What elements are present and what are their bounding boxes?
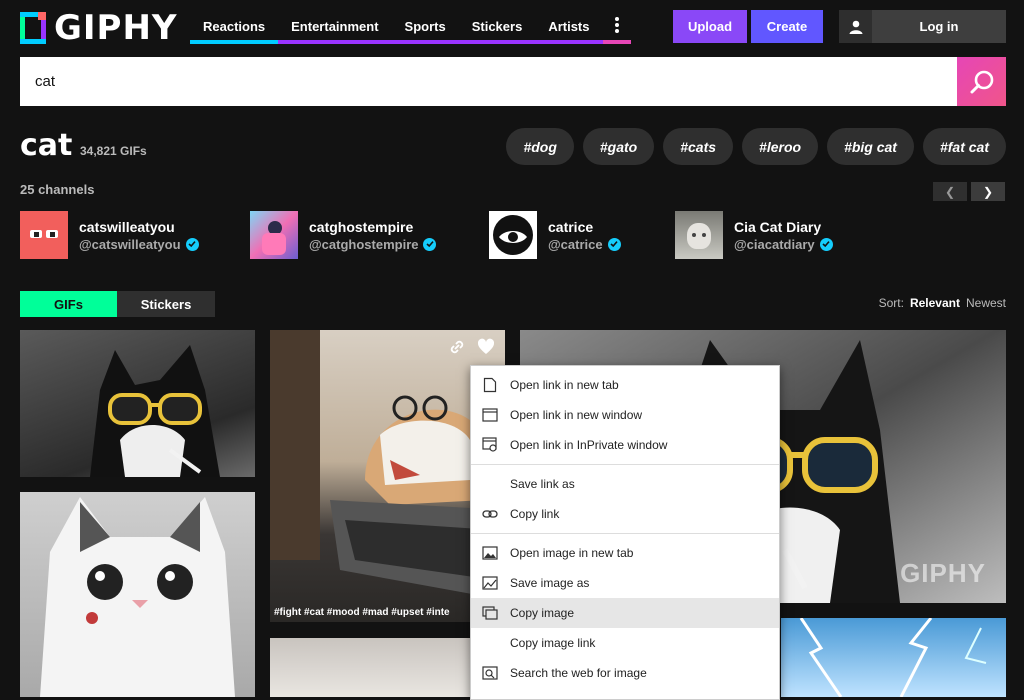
- verified-icon: [423, 237, 437, 251]
- tab-gifs[interactable]: GIFs: [20, 291, 117, 317]
- gif-cat-white[interactable]: [20, 492, 255, 697]
- lightning-image: [799, 618, 987, 697]
- channel-catswilleatyou[interactable]: catswilleatyou @catswilleatyou: [20, 211, 199, 259]
- verified-icon: [819, 237, 833, 251]
- upload-button[interactable]: Upload: [673, 10, 747, 43]
- search-image-icon: [482, 665, 498, 681]
- channels-count: 25 channels: [20, 182, 95, 197]
- nav-sports[interactable]: Sports: [391, 10, 459, 44]
- channels-next-button[interactable]: ❯: [971, 182, 1005, 201]
- gif-tags-caption: #fight #cat #mood #mad #upset #inte: [274, 607, 450, 618]
- channel-name: catghostempire: [309, 218, 414, 235]
- copy-image-icon: [482, 605, 498, 621]
- channel-catghostempire[interactable]: catghostempire @catghostempire: [250, 211, 437, 259]
- link-icon[interactable]: [448, 338, 466, 356]
- chevron-left-icon: ❮: [944, 184, 956, 199]
- verified-icon: [607, 237, 621, 251]
- nav-stickers[interactable]: Stickers: [458, 10, 536, 44]
- user-icon: [839, 10, 872, 43]
- tag-cats[interactable]: #cats: [663, 128, 734, 165]
- channels-prev-button[interactable]: ❮: [933, 182, 967, 201]
- tab-stickers[interactable]: Stickers: [117, 291, 215, 317]
- login-label: Log in: [919, 19, 959, 34]
- nav-more[interactable]: [602, 10, 631, 44]
- menu-save-image-as[interactable]: Save image as: [471, 568, 779, 598]
- menu-separator: [471, 533, 779, 534]
- login-button[interactable]: Log in: [839, 10, 1006, 43]
- gif-cat-sunglasses[interactable]: [20, 330, 255, 477]
- channel-handle: @ciacatdiary: [734, 236, 815, 252]
- page-title: cat: [20, 128, 73, 163]
- channel-handle: @catswilleatyou: [79, 236, 181, 252]
- logo-text: GIPHY: [54, 8, 178, 48]
- menu-copy-image-link[interactable]: Copy image link: [471, 628, 779, 658]
- tag-big-cat[interactable]: #big cat: [827, 128, 914, 165]
- tag-gato[interactable]: #gato: [582, 128, 655, 165]
- chevron-right-icon: ❯: [982, 184, 994, 199]
- create-button[interactable]: Create: [751, 10, 823, 43]
- sort-relevant[interactable]: Relevant: [910, 296, 960, 310]
- sort-control: Sort: Relevant Newest: [879, 296, 1006, 310]
- cat-sunglasses-image: [90, 345, 220, 477]
- menu-search-web-for-image[interactable]: Search the web for image: [471, 658, 779, 688]
- inprivate-window-icon: [482, 437, 498, 453]
- sort-label: Sort:: [878, 296, 904, 310]
- tag-fat-cat[interactable]: #fat cat: [922, 128, 1006, 165]
- avatar: [489, 211, 537, 259]
- tag-dog[interactable]: #dog: [506, 128, 574, 165]
- menu-open-link-new-tab[interactable]: Open link in new tab: [471, 370, 779, 400]
- channel-ciacatdiary[interactable]: Cia Cat Diary @ciacatdiary: [675, 211, 833, 259]
- gif-count: 34,821 GIFs: [80, 144, 147, 158]
- channel-catrice[interactable]: catrice @catrice: [489, 211, 621, 259]
- channel-handle: @catrice: [548, 236, 603, 252]
- related-tags: #dog #gato #cats #leroo #big cat #fat ca…: [506, 128, 1006, 165]
- menu-open-image-new-tab[interactable]: Open image in new tab: [471, 538, 779, 568]
- verified-icon: [185, 237, 199, 251]
- gif-lightning[interactable]: [781, 618, 1006, 697]
- giphy-watermark: GIPHY: [900, 558, 986, 588]
- search-button[interactable]: [957, 57, 1006, 106]
- avatar: [20, 211, 68, 259]
- new-window-icon: [482, 407, 498, 423]
- menu-save-link-as[interactable]: Save link as: [471, 469, 779, 499]
- search-input-value: cat: [35, 73, 56, 90]
- giphy-logo-icon: [20, 12, 46, 44]
- new-tab-icon: [482, 377, 498, 393]
- menu-separator: [471, 464, 779, 465]
- avatar: [250, 211, 298, 259]
- menu-open-link-inprivate[interactable]: Open link in InPrivate window: [471, 430, 779, 460]
- vertical-dots-icon: [614, 17, 619, 33]
- image-tab-icon: [482, 545, 498, 561]
- context-menu: Open link in new tab Open link in new wi…: [470, 365, 780, 700]
- avatar: [675, 211, 723, 259]
- nav-entertainment[interactable]: Entertainment: [278, 10, 392, 44]
- menu-copy-image[interactable]: Copy image: [471, 598, 779, 628]
- menu-copy-link[interactable]: Copy link: [471, 499, 779, 529]
- channel-name: catswilleatyou: [79, 218, 175, 235]
- menu-open-link-new-window[interactable]: Open link in new window: [471, 400, 779, 430]
- channel-name: Cia Cat Diary: [734, 218, 822, 235]
- channel-name: catrice: [548, 218, 594, 235]
- search-input[interactable]: cat: [20, 57, 957, 106]
- link-icon: [482, 506, 498, 522]
- save-image-icon: [482, 575, 498, 591]
- main-nav: Reactions Entertainment Sports Stickers …: [190, 10, 631, 44]
- channel-handle: @catghostempire: [309, 236, 419, 252]
- nav-artists[interactable]: Artists: [535, 10, 603, 44]
- giphy-logo[interactable]: GIPHY: [20, 8, 180, 48]
- cat-white-image: [40, 497, 235, 697]
- tag-leroo[interactable]: #leroo: [742, 128, 819, 165]
- search-icon: [970, 70, 993, 93]
- sort-newest[interactable]: Newest: [966, 296, 1006, 310]
- heart-icon[interactable]: [477, 338, 495, 356]
- nav-reactions[interactable]: Reactions: [190, 10, 279, 44]
